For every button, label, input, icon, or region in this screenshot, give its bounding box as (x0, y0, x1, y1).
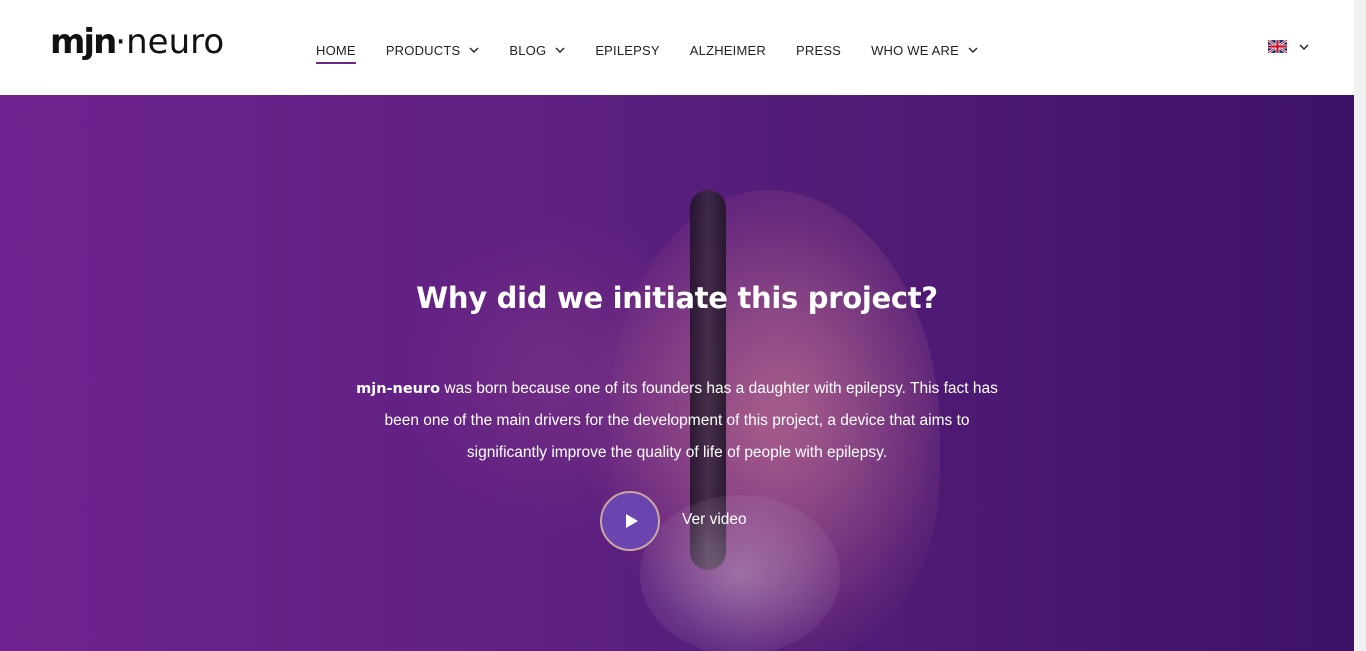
nav-item-alzheimer[interactable]: ALZHEIMER (690, 43, 766, 58)
nav-label-press: PRESS (795, 42, 842, 58)
main-nav: HOME PRODUCTS BLOG EPILEPSY ALZHEIMER PR… (316, 40, 1008, 64)
uk-flag-icon (1268, 40, 1287, 53)
nav-label-products: PRODUCTS (385, 42, 461, 58)
nav-label-epilepsy: EPILEPSY (595, 42, 660, 58)
hero-description-text: was born because one of its founders has… (384, 379, 998, 461)
play-icon (625, 514, 638, 528)
nav-label-blog: BLOG (509, 42, 547, 58)
nav-item-epilepsy[interactable]: EPILEPSY (595, 43, 659, 58)
hero-description: mjn-neuro was born because one of its fo… (352, 373, 1002, 469)
nav-label-home: HOME (316, 42, 356, 58)
logo-text-neuro: neuro (126, 22, 225, 62)
page-scrollbar[interactable] (1354, 0, 1366, 651)
hero-description-brand: mjn-neuro (356, 380, 441, 397)
logo-dot: · (115, 22, 127, 62)
nav-item-press[interactable]: PRESS (796, 43, 841, 58)
nav-label-alzheimer: ALZHEIMER (689, 42, 766, 58)
mjn-neuro-logo[interactable]: mjn·neuro (50, 22, 224, 62)
language-selector[interactable] (1268, 40, 1309, 53)
nav-item-who-we-are[interactable]: WHO WE ARE (871, 43, 978, 58)
nav-label-who-we-are: WHO WE ARE (871, 42, 960, 58)
chevron-down-icon (469, 47, 479, 53)
chevron-down-icon (555, 47, 565, 53)
nav-item-products[interactable]: PRODUCTS (386, 43, 480, 58)
watch-video-link[interactable]: Ver video (682, 511, 747, 529)
logo-text-mjn: mjn (50, 22, 117, 62)
nav-item-blog[interactable]: BLOG (509, 43, 565, 58)
chevron-down-icon (1299, 44, 1309, 50)
nav-item-home[interactable]: HOME (316, 42, 356, 64)
chevron-down-icon (968, 47, 978, 53)
site-header: mjn·neuro HOME PRODUCTS BLOG EPILEPSY AL… (0, 0, 1354, 95)
play-video-button[interactable] (600, 491, 660, 551)
hero-title: Why did we initiate this project? (416, 281, 938, 316)
